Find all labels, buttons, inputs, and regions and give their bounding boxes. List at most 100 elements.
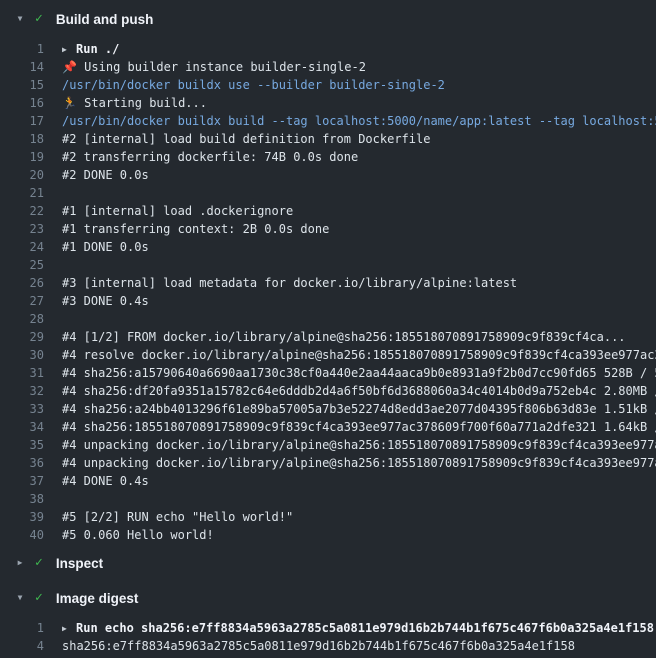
line-number[interactable]: 36 [0,454,44,472]
log-line: 36 #4 unpacking docker.io/library/alpine@… [0,454,656,472]
section-title: Build and push [56,12,154,27]
log-line-text: #1 DONE 0.0s [62,238,149,256]
line-number[interactable]: 14 [0,58,44,76]
line-number[interactable]: 31 [0,364,44,382]
log-line: 32 #4 sha256:df20fa9351a15782c64e6dddb2d4… [0,382,656,400]
line-number[interactable]: 24 [0,238,44,256]
expand-arrow-icon[interactable]: ▶ [62,620,76,637]
line-number[interactable]: 40 [0,526,44,544]
log-line-text[interactable]: ▶Run echo sha256:e7ff8834a5963a2785c5a08… [62,619,654,637]
section-header-build-and-push[interactable]: ▼ ✓ Build and push [0,8,656,30]
log-line-text: #2 transferring dockerfile: 74B 0.0s don… [62,148,358,166]
log-line-text[interactable]: ▶Run ./ [62,40,119,58]
log-section-inspect: ▶✓Inspect [0,552,656,574]
log-text: #4 [1/2] FROM docker.io/library/alpine@s… [62,330,626,344]
log-text: #1 transferring context: 2B 0.0s done [62,222,329,236]
log-text: #4 sha256:df20fa9351a15782c64e6dddb2d4a6… [62,384,656,398]
log-line-text: #4 unpacking docker.io/library/alpine@sh… [62,436,656,454]
line-number[interactable]: 1 [0,619,44,637]
log-line-text: #4 sha256:a24bb4013296f61e89ba57005a7b3e… [62,400,656,418]
chevron-right-icon[interactable]: ▶ [14,552,26,574]
log-line: 21 [0,184,656,202]
chevron-down-icon[interactable]: ▼ [14,8,26,30]
log-line: 34 #4 sha256:185518070891758909c9f839cf4c… [0,418,656,436]
log-line: 16 🏃 Starting build... [0,94,656,112]
log-section-image-digest: ▼✓Image digest 1 ▶Run echo sha256:e7ff8834… [0,587,656,655]
log-line-text: #4 DONE 0.4s [62,472,149,490]
log-line: 25 [0,256,656,274]
log-line: 22#1 [internal] load .dockerignore [0,202,656,220]
log-line-text: #4 sha256:a15790640a6690aa1730c38cf0a440… [62,364,656,382]
log-line-text: /usr/bin/docker buildx build --tag local… [62,112,656,130]
line-number[interactable]: 15 [0,76,44,94]
line-number[interactable]: 16 [0,94,44,112]
log-line-text: #3 [internal] load metadata for docker.i… [62,274,517,292]
log-line: 18 #2 [internal] load build definition fr… [0,130,656,148]
log-text: #4 sha256:185518070891758909c9f839cf4ca3… [62,420,656,434]
log-text: #4 DONE 0.4s [62,474,149,488]
line-number[interactable]: 35 [0,436,44,454]
line-number[interactable]: 25 [0,256,44,274]
line-number[interactable]: 28 [0,310,44,328]
log-line: 33 #4 sha256:a24bb4013296f61e89ba57005a7b… [0,400,656,418]
log-line-text: #4 [1/2] FROM docker.io/library/alpine@s… [62,328,626,346]
line-number[interactable]: 29 [0,328,44,346]
line-number[interactable]: 37 [0,472,44,490]
line-number[interactable]: 38 [0,490,44,508]
log-text: Run echo sha256:e7ff8834a5963a2785c5a081… [76,621,654,635]
log-line: 40 #5 0.060 Hello world! [0,526,656,544]
line-number[interactable]: 23 [0,220,44,238]
line-number[interactable]: 20 [0,166,44,184]
line-number[interactable]: 1 [0,40,44,58]
line-number[interactable]: 21 [0,184,44,202]
line-number[interactable]: 19 [0,148,44,166]
line-number[interactable]: 34 [0,418,44,436]
log-line: 14 📌 Using builder instance builder-singl… [0,58,656,76]
line-number[interactable]: 4 [0,637,44,655]
workflow-log: ▼✓Build and push1▶Run ./14📌 Using builde… [0,0,656,658]
log-line-text: #2 DONE 0.0s [62,166,149,184]
log-line-text: 📌 Using builder instance builder-single-… [62,58,366,76]
log-line-text: 🏃 Starting build... [62,94,207,112]
line-number[interactable]: 18 [0,130,44,148]
log-lines: 1 ▶Run echo sha256:e7ff8834a5963a2785c5a0… [0,619,656,655]
log-text: Run ./ [76,42,119,56]
line-number[interactable]: 17 [0,112,44,130]
log-line-text: #4 sha256:df20fa9351a15782c64e6dddb2d4a6… [62,382,656,400]
log-text: #4 unpacking docker.io/library/alpine@sh… [62,456,656,470]
line-number[interactable]: 33 [0,400,44,418]
log-text: /usr/bin/docker buildx build --tag local… [62,114,656,128]
log-line: 30#4 resolve docker.io/library/alpine@sh… [0,346,656,364]
section-header-inspect[interactable]: ▶✓Inspect [0,552,656,574]
log-text: #2 DONE 0.0s [62,168,149,182]
log-line: 35 #4 unpacking docker.io/library/alpine@… [0,436,656,454]
line-number[interactable]: 26 [0,274,44,292]
log-line: 1 ▶Run ./ [0,40,656,58]
line-number[interactable]: 32 [0,382,44,400]
log-line-text: #3 DONE 0.4s [62,292,149,310]
line-number[interactable]: 22 [0,202,44,220]
section-title: Image digest [56,591,139,606]
log-text: #1 DONE 0.0s [62,240,149,254]
log-line: 23 #1 transferring context: 2B 0.0s done [0,220,656,238]
log-line: 29 #4 [1/2] FROM docker.io/library/alpine… [0,328,656,346]
log-line: 27 #3 DONE 0.4s [0,292,656,310]
line-number[interactable]: 39 [0,508,44,526]
log-line: 31 #4 sha256:a15790640a6690aa1730c38cf0a4… [0,364,656,382]
log-text: #3 DONE 0.4s [62,294,149,308]
section-header-image-digest[interactable]: ▼✓Image digest [0,587,656,609]
log-line: 15/usr/bin/docker buildx use --builder b… [0,76,656,94]
log-text: 🏃 Starting build... [62,96,207,110]
chevron-down-icon[interactable]: ▼ [14,587,26,609]
log-line-text: sha256:e7ff8834a5963a2785c5a0811e979d16b… [62,637,575,655]
expand-arrow-icon[interactable]: ▶ [62,41,76,58]
log-line: 28 [0,310,656,328]
line-number[interactable]: 27 [0,292,44,310]
log-line-text: #5 0.060 Hello world! [62,526,214,544]
log-line-text: #2 [internal] load build definition from… [62,130,430,148]
log-lines: 1 ▶Run ./ 14 📌 Using builder instance build… [0,40,656,544]
log-line: 19 #2 transferring dockerfile: 74B 0.0s d… [0,148,656,166]
line-number[interactable]: 30 [0,346,44,364]
check-icon: ✓ [35,8,43,30]
log-line: 37 #4 DONE 0.4s [0,472,656,490]
